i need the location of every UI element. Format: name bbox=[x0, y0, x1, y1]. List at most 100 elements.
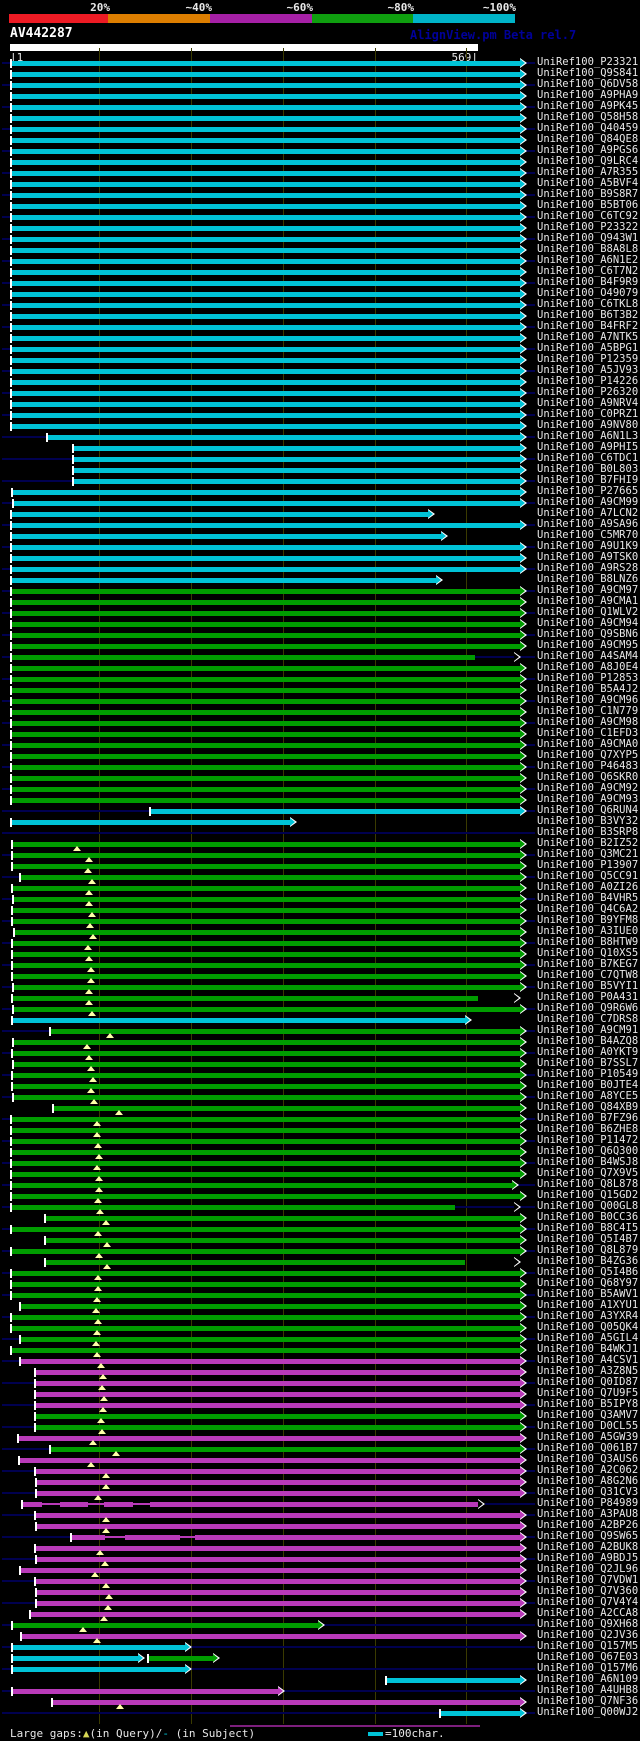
hit-start-tick bbox=[10, 235, 12, 244]
hit-bar-segment bbox=[12, 842, 520, 847]
hit-arrow-fill bbox=[138, 1654, 143, 1662]
hit-arrow-fill bbox=[520, 1214, 525, 1222]
hit-arrow-fill bbox=[520, 81, 525, 89]
hit-start-tick bbox=[10, 532, 12, 541]
hit-start-tick bbox=[10, 92, 12, 101]
gap-in-query-triangle-icon bbox=[104, 1605, 112, 1610]
hit-bar-segment bbox=[36, 1491, 520, 1496]
hit-bar-segment bbox=[11, 160, 520, 165]
hit-arrow-fill bbox=[520, 906, 525, 914]
hit-arrow-fill bbox=[520, 1005, 525, 1013]
hit-bar-segment bbox=[11, 633, 520, 638]
hit-arrow-fill bbox=[520, 741, 525, 749]
hit-start-tick bbox=[10, 763, 12, 772]
hit-arrow-fill bbox=[520, 1478, 525, 1486]
hit-start-tick bbox=[10, 796, 12, 805]
hit-arrow-fill bbox=[520, 1599, 525, 1607]
hit-start-tick bbox=[10, 136, 12, 145]
gap-in-query-triangle-icon bbox=[105, 1594, 113, 1599]
hit-bar-segment bbox=[11, 567, 520, 572]
hit-start-tick bbox=[10, 1126, 12, 1135]
hit-arrow-fill bbox=[185, 1665, 190, 1673]
hit-arrow-fill bbox=[520, 1390, 525, 1398]
hit-bar-segment bbox=[53, 1106, 520, 1111]
hit-start-tick bbox=[11, 917, 13, 926]
hit-arrow-fill bbox=[213, 1654, 218, 1662]
identity-colorbar bbox=[0, 14, 640, 23]
hit-arrow-fill bbox=[520, 862, 525, 870]
gap-in-query-triangle-icon bbox=[94, 1143, 102, 1148]
hit-arrow-fill bbox=[520, 774, 525, 782]
gap-in-query-triangle-icon bbox=[94, 1198, 102, 1203]
hit-arrow-fill bbox=[520, 323, 525, 331]
hit-label[interactable]: UniRef100_Q00WJ2 bbox=[537, 1707, 638, 1718]
hit-arrow-fill bbox=[520, 840, 525, 848]
hit-arrow-fill bbox=[520, 1632, 525, 1640]
hit-start-tick bbox=[10, 708, 12, 717]
legend-prefix: Large gaps: bbox=[10, 1727, 83, 1740]
hit-arrow-fill bbox=[290, 818, 295, 826]
gap-in-query-triangle-icon bbox=[94, 1286, 102, 1291]
hit-start-tick bbox=[10, 1247, 12, 1256]
gap-in-query-triangle-icon bbox=[97, 1363, 105, 1368]
hit-bar-segment bbox=[35, 1370, 520, 1375]
hit-arrow-fill bbox=[465, 1016, 470, 1024]
hit-arrow-fill bbox=[520, 543, 525, 551]
hit-start-tick bbox=[18, 1456, 20, 1465]
hit-arrow-fill bbox=[520, 950, 525, 958]
hit-bar-segment bbox=[11, 270, 520, 275]
hit-bar-segment bbox=[11, 1326, 520, 1331]
hit-start-tick bbox=[35, 1489, 37, 1498]
hit-bar-segment bbox=[11, 765, 520, 770]
hit-arrow-fill bbox=[520, 224, 525, 232]
hit-start-tick bbox=[49, 1445, 51, 1454]
hit-arrow-fill bbox=[520, 1115, 525, 1123]
hit-start-tick bbox=[10, 642, 12, 651]
hit-start-tick bbox=[10, 1280, 12, 1289]
gap-in-query-triangle-icon bbox=[85, 956, 93, 961]
hit-start-tick bbox=[35, 1599, 37, 1608]
hit-arrow-fill bbox=[520, 1588, 525, 1596]
hit-bar-segment bbox=[11, 1227, 520, 1232]
hit-bar-segment bbox=[11, 72, 520, 77]
hit-start-tick bbox=[10, 268, 12, 277]
hit-bar-segment bbox=[47, 435, 520, 440]
gap-in-query-triangle-icon bbox=[95, 1187, 103, 1192]
hit-start-tick bbox=[10, 565, 12, 574]
hit-start-tick bbox=[72, 444, 74, 453]
gap-in-query-triangle-icon bbox=[93, 1121, 101, 1126]
hit-bar-segment bbox=[11, 721, 520, 726]
hit-start-tick bbox=[11, 1654, 13, 1663]
hit-start-tick bbox=[10, 279, 12, 288]
scale-swatch-icon bbox=[368, 1732, 383, 1736]
gap-in-query-triangle-icon bbox=[102, 1473, 110, 1478]
hit-start-tick bbox=[10, 675, 12, 684]
hit-start-tick bbox=[10, 59, 12, 68]
hit-start-tick bbox=[34, 1379, 36, 1388]
gap-in-query-triangle-icon bbox=[102, 1528, 110, 1533]
hit-start-tick bbox=[10, 587, 12, 596]
hit-start-tick bbox=[10, 378, 12, 387]
gap-in-query-triangle-icon bbox=[83, 1044, 91, 1049]
hit-start-tick bbox=[11, 950, 13, 959]
hit-arrow-fill bbox=[520, 1159, 525, 1167]
hit-bar-segment bbox=[125, 1535, 180, 1540]
hit-start-tick bbox=[10, 202, 12, 211]
hit-start-tick bbox=[10, 1148, 12, 1157]
hit-start-tick bbox=[11, 1071, 13, 1080]
hit-arrow-fill bbox=[520, 455, 525, 463]
hit-bar-segment bbox=[11, 336, 520, 341]
hit-bar-segment bbox=[150, 1502, 478, 1507]
hit-arrow-fill bbox=[520, 708, 525, 716]
hit-start-tick bbox=[11, 1665, 13, 1674]
hit-arrow-fill bbox=[520, 103, 525, 111]
hit-start-tick bbox=[11, 884, 13, 893]
hit-arrow-fill bbox=[520, 609, 525, 617]
gap-in-query-triangle-icon bbox=[73, 846, 81, 851]
hit-start-tick bbox=[34, 1544, 36, 1553]
hit-arrow-fill bbox=[520, 290, 525, 298]
hit-start-tick bbox=[34, 1423, 36, 1432]
hit-arrow-fill bbox=[520, 807, 525, 815]
hit-bar-segment bbox=[11, 611, 520, 616]
hit-bar-segment bbox=[35, 1403, 520, 1408]
